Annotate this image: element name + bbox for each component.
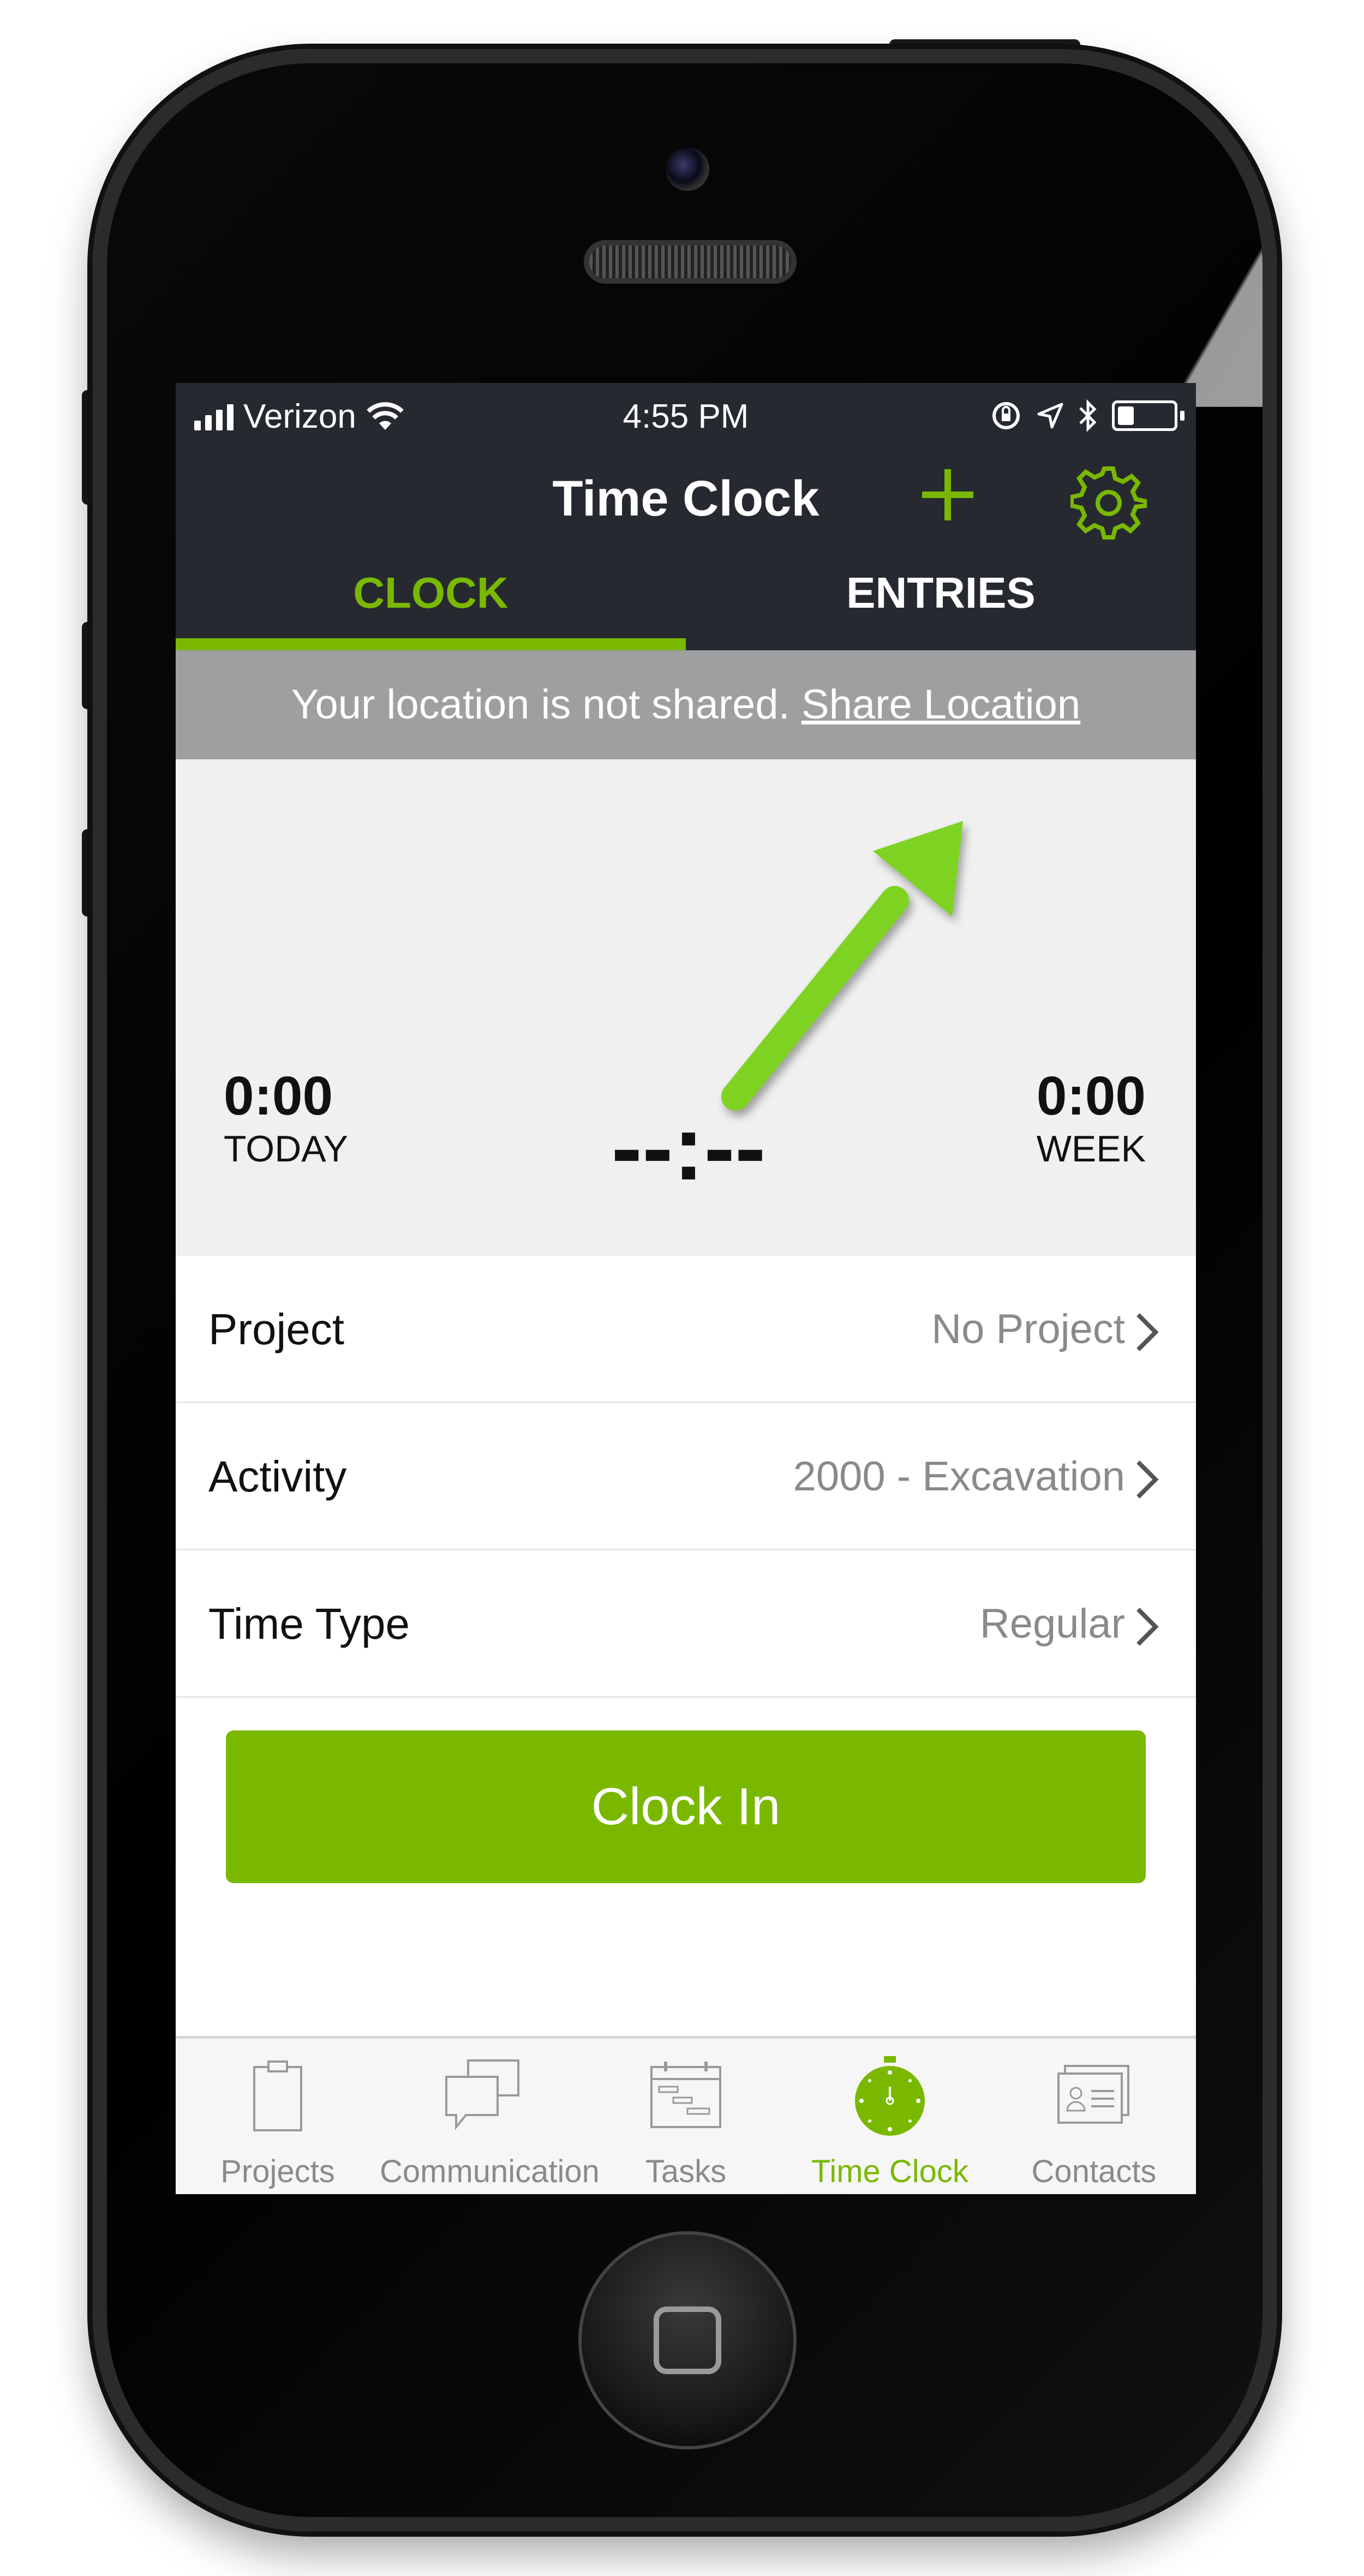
chevron-right-icon <box>1136 1313 1159 1351</box>
home-button[interactable] <box>578 2231 797 2449</box>
page-title: Time Clock <box>552 471 819 526</box>
week-total: 0:00 WEEK <box>1037 1065 1146 1170</box>
chevron-right-icon <box>1136 1608 1159 1646</box>
clock-in-button[interactable]: Clock In <box>226 1730 1146 1883</box>
clock-display-text: --:-- <box>611 1098 765 1200</box>
tab-contacts-label: Contacts <box>1031 2154 1157 2189</box>
clock-display: --:-- <box>611 1098 765 1200</box>
tab-contacts[interactable]: Contacts <box>992 2039 1196 2194</box>
chat-bubbles-icon <box>445 2059 519 2130</box>
tab-tasks-label: Tasks <box>645 2154 727 2189</box>
segment-tabs: CLOCK ENTRIES <box>176 541 1196 650</box>
gantt-calendar-icon <box>650 2062 721 2128</box>
share-location-link[interactable]: Share Location <box>801 681 1080 728</box>
tab-projects[interactable]: Projects <box>176 2039 380 2194</box>
today-total: 0:00 TODAY <box>224 1065 348 1170</box>
clipboard-icon <box>253 2060 302 2131</box>
chevron-right-icon <box>1136 1460 1159 1499</box>
tab-time-clock-label: Time Clock <box>811 2154 968 2189</box>
today-label: TODAY <box>224 1128 348 1170</box>
stopwatch-icon <box>855 2056 925 2136</box>
home-button-square <box>654 2307 721 2374</box>
app-screen: Verizon 4:55 PM Time Clock CLOCK ENTRIES… <box>176 383 1196 2194</box>
tab-communication[interactable]: Communication <box>380 2039 600 2194</box>
tab-communication-label: Communication <box>380 2154 600 2189</box>
bluetooth-icon <box>1079 399 1097 432</box>
activity-label: Activity <box>208 1452 347 1501</box>
navigation-bar: Time Clock <box>176 448 1196 541</box>
location-message: Your location is not shared. <box>291 681 790 728</box>
time-summary: 0:00 TODAY --:-- 0:00 WEEK <box>176 759 1196 1256</box>
time-type-value: Regular <box>979 1601 1125 1647</box>
tab-clock[interactable]: CLOCK <box>176 541 686 650</box>
location-banner: Your location is not shared. Share Locat… <box>176 650 1196 759</box>
status-bar: Verizon 4:55 PM <box>176 383 1196 448</box>
earpiece-speaker <box>584 240 797 284</box>
clock-in-area: Clock In <box>176 1698 1196 1954</box>
battery-icon <box>1112 400 1184 431</box>
rotation-lock-icon <box>992 402 1020 429</box>
week-label: WEEK <box>1036 1128 1146 1170</box>
tab-projects-label: Projects <box>220 2154 335 2189</box>
today-value: 0:00 <box>224 1065 333 1127</box>
location-arrow-icon <box>1037 403 1063 429</box>
tab-entries[interactable]: ENTRIES <box>686 541 1196 650</box>
project-value: No Project <box>931 1306 1125 1352</box>
activity-row[interactable]: Activity 2000 - Excavation <box>176 1403 1196 1550</box>
contact-card-icon <box>1057 2065 1129 2124</box>
bottom-tab-bar: Projects Communication Tasks Time Clock … <box>176 2036 1196 2194</box>
active-tab-indicator <box>176 638 686 650</box>
clock-fields: Project No Project Activity 2000 - Excav… <box>176 1256 1196 1698</box>
battery-level <box>1118 406 1134 425</box>
front-camera <box>666 147 709 191</box>
tab-tasks[interactable]: Tasks <box>584 2039 788 2194</box>
activity-value: 2000 - Excavation <box>793 1453 1125 1500</box>
project-label: Project <box>208 1305 344 1353</box>
week-value: 0:00 <box>1036 1065 1146 1127</box>
time-type-row[interactable]: Time Type Regular <box>176 1550 1196 1698</box>
gear-icon[interactable] <box>1069 465 1148 541</box>
tab-time-clock[interactable]: Time Clock <box>788 2039 992 2194</box>
project-row[interactable]: Project No Project <box>176 1256 1196 1403</box>
plus-icon[interactable] <box>918 465 978 525</box>
time-type-label: Time Type <box>208 1599 410 1648</box>
